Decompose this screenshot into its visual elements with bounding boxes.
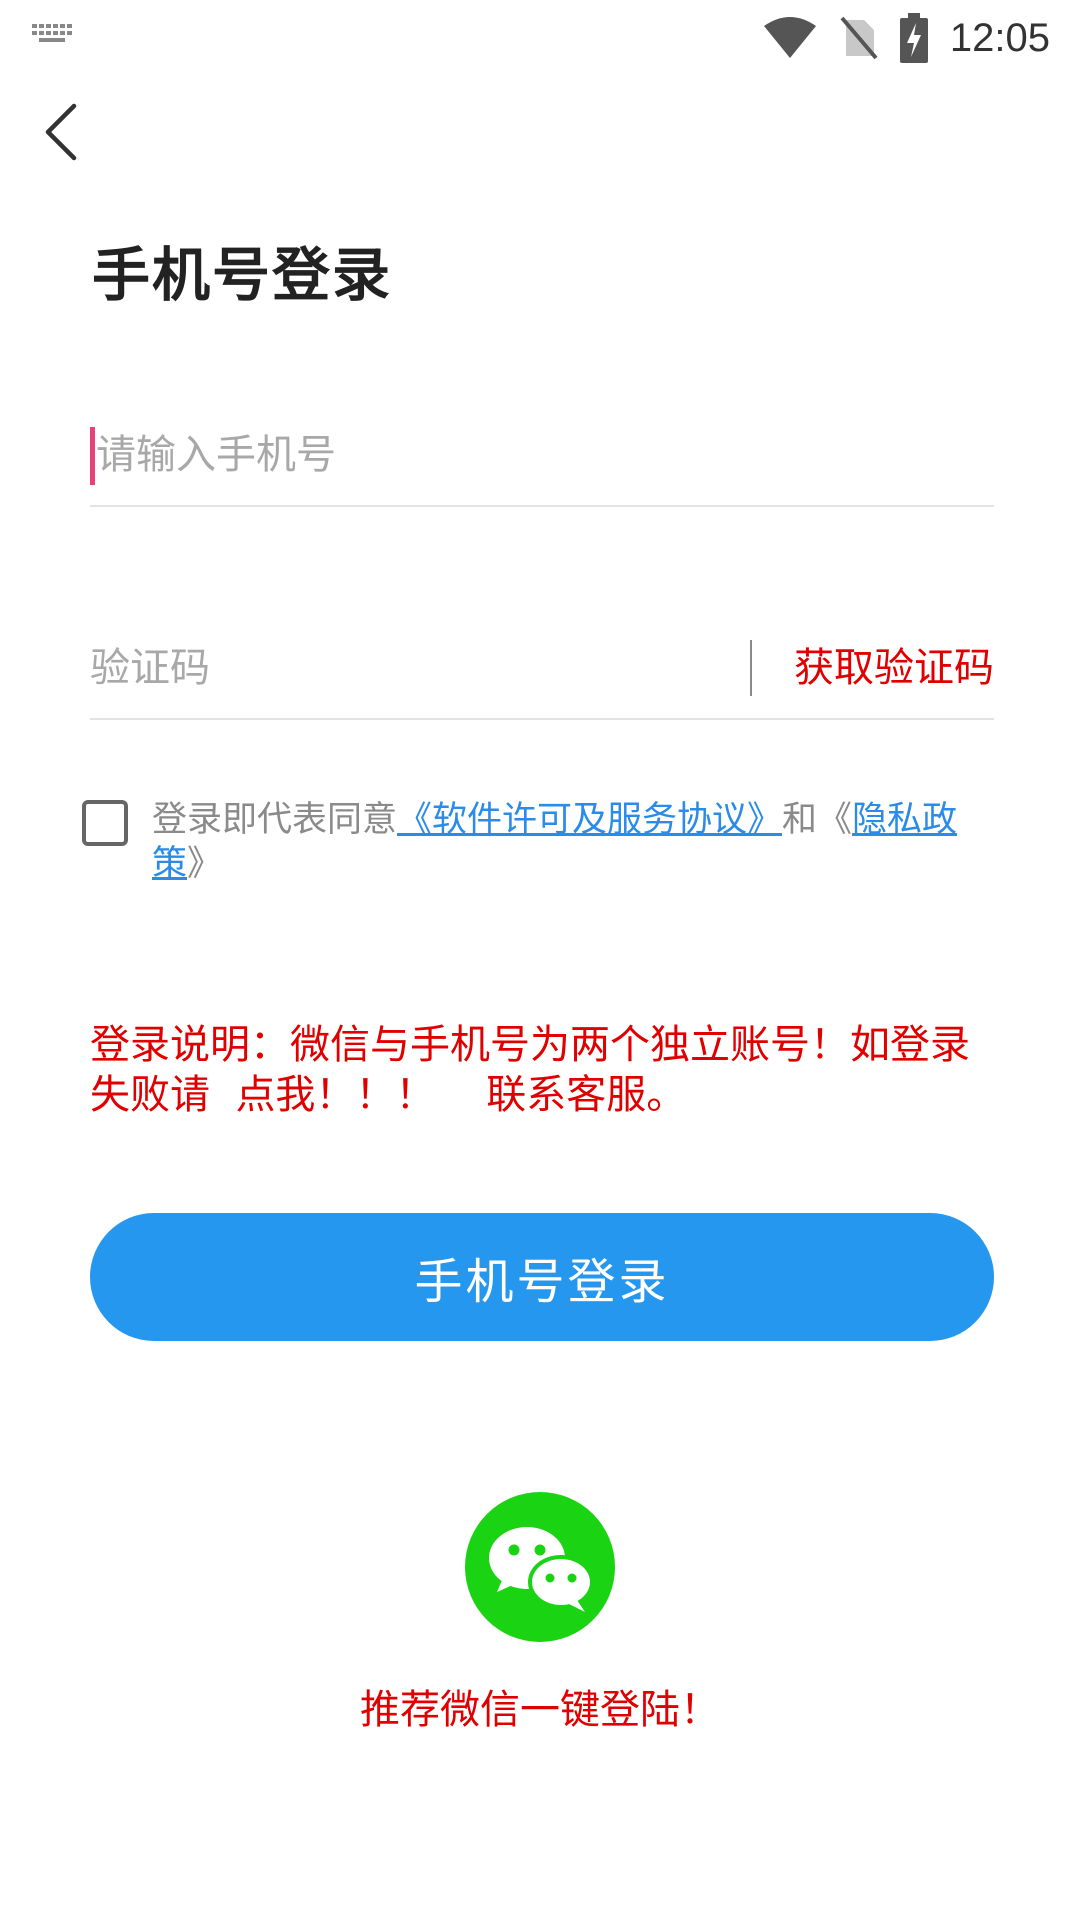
get-code-button[interactable]: 获取验证码: [794, 618, 994, 718]
agree-checkbox[interactable]: [82, 800, 128, 846]
agreement-suffix: 》: [187, 844, 223, 884]
no-sim-icon: [840, 16, 878, 60]
phone-field: [90, 405, 994, 507]
login-notice: 登录说明：微信与手机号为两个独立账号！如登录失败请 点我！！！ 联系客服。: [90, 1020, 1000, 1120]
divider: [750, 640, 752, 696]
status-time: 12:05: [949, 15, 1050, 60]
wechat-icon: [489, 1527, 594, 1612]
phone-input[interactable]: [90, 405, 756, 505]
text-cursor: [90, 427, 95, 485]
status-bar: 12:05: [0, 0, 1080, 75]
agreement-prefix: 登录即代表同意: [152, 800, 398, 840]
code-field: 获取验证码: [90, 618, 994, 720]
back-button[interactable]: [38, 100, 88, 164]
wechat-recommend-label: 推荐微信一键登陆！: [360, 1687, 720, 1733]
phone-login-button[interactable]: 手机号登录: [90, 1213, 994, 1341]
battery-charging-icon: [899, 13, 928, 63]
contact-support-link[interactable]: 点我！！！: [235, 1072, 435, 1118]
wifi-icon: [763, 17, 816, 58]
page-title: 手机号登录: [92, 241, 393, 309]
keyboard-icon: [32, 24, 72, 42]
code-input[interactable]: [90, 618, 750, 718]
agreement-text: 登录即代表同意《软件许可及服务协议》和《隐私政策》: [152, 798, 992, 886]
wechat-login-button[interactable]: [465, 1492, 615, 1642]
notice-suffix: 联系客服。: [486, 1072, 687, 1118]
agreement-joiner: 和《: [782, 800, 853, 840]
license-link[interactable]: 《软件许可及服务协议》: [397, 800, 782, 840]
chevron-left-icon: [45, 103, 77, 161]
